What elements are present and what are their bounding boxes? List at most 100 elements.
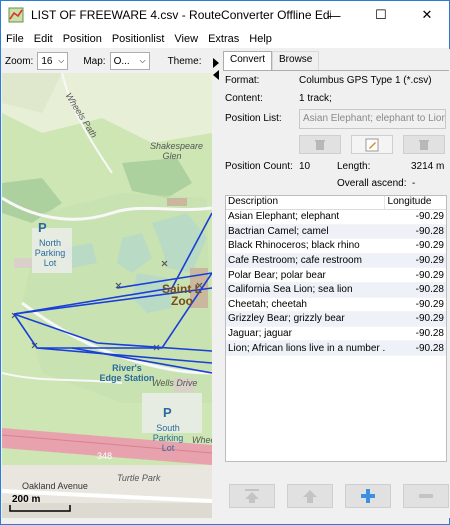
title-bar[interactable]: LIST OF FREEWARE 4.csv - RouteConverter … <box>1 1 449 29</box>
remove-position-list-button[interactable] <box>403 135 445 154</box>
cell-longitude: -90.29 <box>415 255 444 267</box>
column-header-longitude[interactable]: Longitude <box>385 196 446 209</box>
cell-longitude: -90.29 <box>415 269 444 281</box>
theme-label: Theme: <box>167 55 202 67</box>
map-label-wells-drive: Wells Drive <box>152 378 198 388</box>
table-row[interactable]: Cafe Restroom; cafe restroom -90.29 <box>226 253 446 269</box>
map-label-shakespeare: Shakespeare Glen <box>150 141 204 161</box>
minus-icon <box>419 494 433 498</box>
tab-browse[interactable]: Browse <box>272 51 320 70</box>
cell-longitude: -90.28 <box>415 225 444 237</box>
map-toolbar: Zoom: 16 ⌵ Map: O... ⌵ Theme: <box>2 49 220 73</box>
table-row[interactable]: Grizzley Bear; grizzly bear -90.29 <box>226 312 446 327</box>
menu-position[interactable]: Position <box>58 33 107 45</box>
pencil-icon <box>365 138 379 151</box>
cell-description: Lion; African lions live in a number ... <box>228 342 385 354</box>
zoom-select[interactable]: 16 ⌵ <box>37 52 69 70</box>
convert-tab-pane: Format: Columbus GPS Type 1 (*.csv) Cont… <box>223 70 449 518</box>
table-row[interactable]: Bactrian Camel; camel -90.28 <box>226 224 446 240</box>
map-value: O... <box>113 55 130 67</box>
map-label-wheeler: Wheel <box>192 435 212 445</box>
routeconverter-app-icon <box>8 7 24 23</box>
overall-ascend-value: - <box>412 178 416 189</box>
arrow-up-icon <box>303 490 317 503</box>
table-row[interactable]: Black Rhinoceros; black rhino -90.29 <box>226 239 446 254</box>
window-title: LIST OF FREEWARE 4.csv - RouteConverter … <box>31 8 331 22</box>
panel-splitter[interactable] <box>212 49 221 518</box>
triangle-right-icon <box>213 58 219 68</box>
cell-description: Polar Bear; polar bear <box>228 269 326 281</box>
cell-description: Grizzley Bear; grizzly bear <box>228 313 345 325</box>
format-value: Columbus GPS Type 1 (*.csv) <box>299 75 432 86</box>
table-row[interactable]: Asian Elephant; elephant -90.29 <box>226 210 446 225</box>
cell-longitude: -90.29 <box>415 313 444 325</box>
app-window: LIST OF FREEWARE 4.csv - RouteConverter … <box>0 0 450 525</box>
parking-icon: P <box>38 220 47 235</box>
convert-panel: Convert Browse Format: Columbus GPS Type… <box>221 49 450 518</box>
tab-bar: Convert Browse <box>223 51 320 71</box>
cell-description: California Sea Lion; sea lion <box>228 284 353 296</box>
map-select[interactable]: O... ⌵ <box>109 52 150 70</box>
length-label: Length: <box>337 161 371 172</box>
cell-longitude: -90.28 <box>415 284 444 296</box>
move-up-button[interactable] <box>287 484 333 508</box>
cell-longitude: -90.29 <box>415 298 444 310</box>
triangle-left-icon <box>213 70 219 80</box>
cell-longitude: -90.28 <box>415 328 444 340</box>
table-header: Description Longitude <box>226 196 446 210</box>
position-count-value: 10 <box>299 161 311 172</box>
cell-description: Bactrian Camel; camel <box>228 225 329 237</box>
maximize-button[interactable]: ☐ <box>358 1 404 29</box>
menu-view[interactable]: View <box>169 33 203 45</box>
trash-icon <box>419 139 429 150</box>
menu-extras[interactable]: Extras <box>203 33 244 45</box>
map-label: Map: <box>83 55 106 67</box>
delete-position-list-button[interactable] <box>299 135 341 154</box>
map-scale-label: 200 m <box>12 494 41 505</box>
length-value: 3214 m <box>411 161 445 172</box>
menu-positionlist[interactable]: Positionlist <box>107 33 170 45</box>
cell-description: Jaguar; jaguar <box>228 328 292 340</box>
column-header-description[interactable]: Description <box>226 196 385 209</box>
tab-convert[interactable]: Convert <box>223 51 273 71</box>
map-view[interactable]: Wheels Path Shakespeare Glen P North Par… <box>2 73 212 518</box>
cell-description: Cafe Restroom; cafe restroom <box>228 255 362 267</box>
menu-file[interactable]: File <box>1 33 29 45</box>
add-position-button[interactable] <box>345 484 391 508</box>
chevron-down-icon: ⌵ <box>58 56 65 65</box>
move-to-top-button[interactable] <box>229 484 275 508</box>
cell-description: Black Rhinoceros; black rhino <box>228 240 360 252</box>
table-row[interactable]: Polar Bear; polar bear -90.29 <box>226 268 446 283</box>
table-row[interactable]: Jaguar; jaguar -90.28 <box>226 327 446 342</box>
rename-position-list-button[interactable] <box>351 135 393 154</box>
table-row[interactable]: Lion; African lions live in a number ...… <box>226 341 446 356</box>
map-label-saint-louis-zoo: Saint L Zoo <box>162 282 203 308</box>
menu-edit[interactable]: Edit <box>29 33 58 45</box>
cell-longitude: -90.29 <box>415 240 444 252</box>
menu-bar: File Edit Position Positionlist View Ext… <box>1 29 449 48</box>
minimize-button[interactable]: — <box>311 1 357 29</box>
cell-description: Asian Elephant; elephant <box>228 211 340 223</box>
content-label: Content: <box>225 93 263 104</box>
remove-position-button[interactable] <box>403 484 449 508</box>
overall-ascend-label: Overall ascend: <box>337 178 407 189</box>
zoom-value: 16 <box>41 55 53 67</box>
content-value: 1 track; <box>299 93 332 104</box>
move-to-top-icon <box>245 489 259 503</box>
position-list-field[interactable]: Asian Elephant; elephant to Lion; ... <box>299 109 446 129</box>
position-list-label: Position List: <box>225 113 282 124</box>
trash-icon <box>315 139 325 150</box>
close-button[interactable]: ✕ <box>404 1 450 29</box>
parking-icon: P <box>163 405 172 420</box>
positions-table[interactable]: Description Longitude Asian Elephant; el… <box>225 195 447 462</box>
table-row[interactable]: Cheetah; cheetah -90.29 <box>226 298 446 313</box>
plus-icon <box>361 489 375 503</box>
chevron-down-icon: ⌵ <box>139 56 146 65</box>
cell-longitude: -90.28 <box>415 342 444 354</box>
menu-help[interactable]: Help <box>244 33 277 45</box>
table-row[interactable]: California Sea Lion; sea lion -90.28 <box>226 282 446 298</box>
map-label-oakland-avenue: Oakland Avenue <box>22 481 88 491</box>
cell-longitude: -90.29 <box>415 211 444 223</box>
format-label: Format: <box>225 75 260 86</box>
map-label-road-348: 348 <box>97 451 113 461</box>
